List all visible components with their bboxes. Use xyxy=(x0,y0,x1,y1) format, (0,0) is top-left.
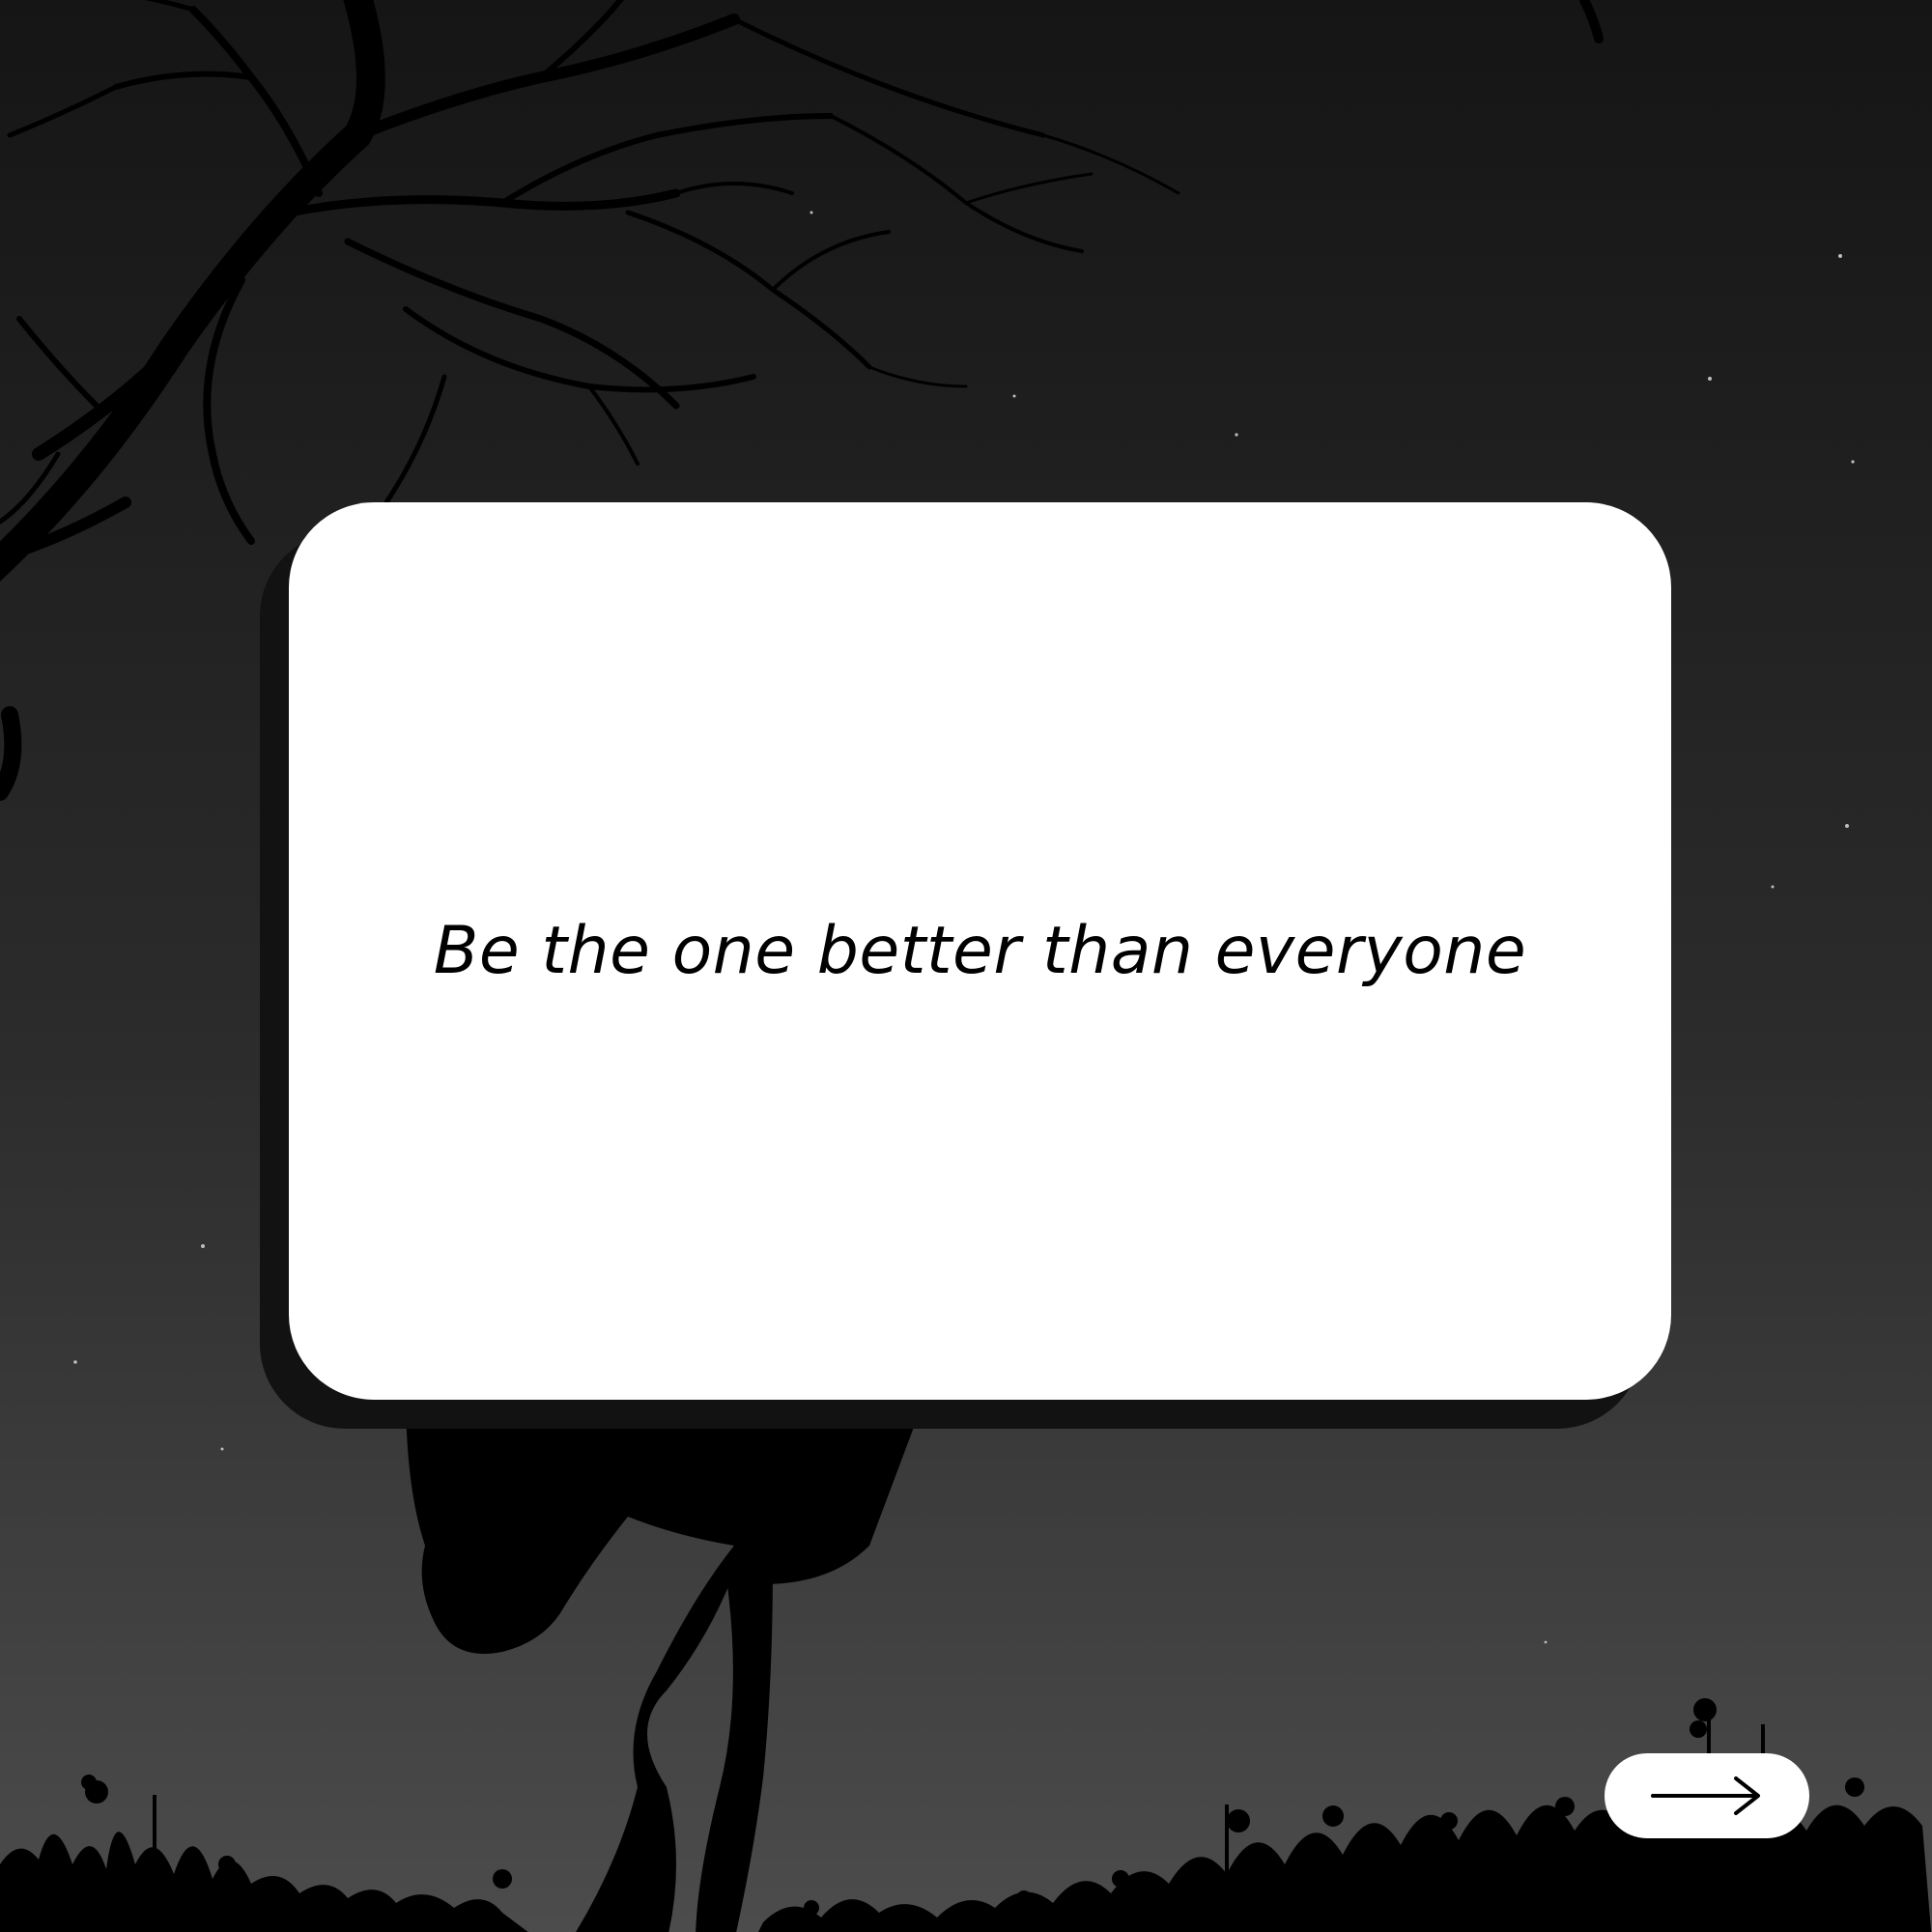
next-button[interactable] xyxy=(1605,1753,1809,1838)
arrow-right-icon xyxy=(1651,1775,1763,1817)
quote-text: Be the one better than everyone xyxy=(433,912,1527,989)
quote-card: Be the one better than everyone xyxy=(289,502,1671,1400)
